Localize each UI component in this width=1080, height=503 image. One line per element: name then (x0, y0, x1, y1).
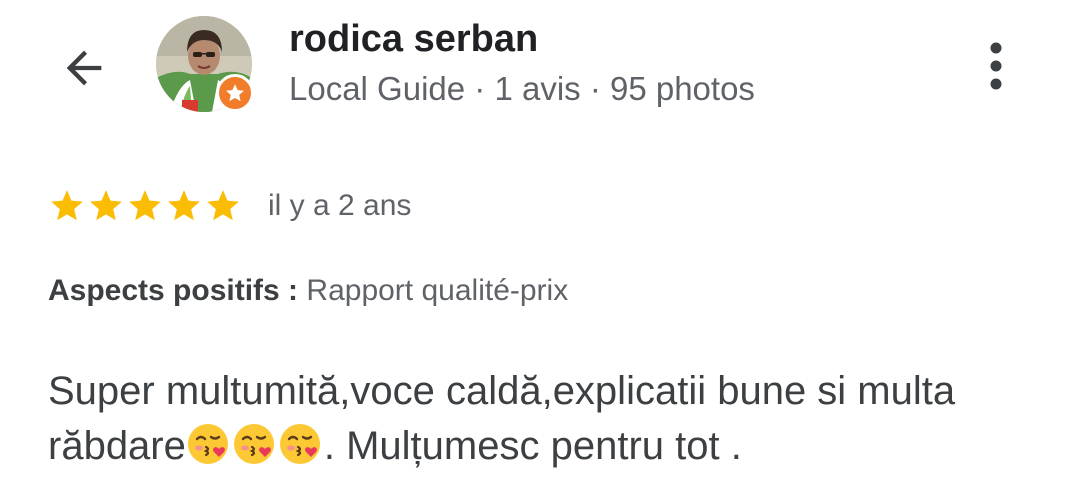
star-icon (90, 190, 122, 221)
star-rating (48, 187, 242, 225)
review-text-part2: . Mulțumesc pentru tot . (323, 424, 742, 468)
positive-aspects-value: Rapport qualité-prix (306, 274, 569, 307)
face-blowing-kiss-emoji (232, 422, 276, 481)
review-page: rodica serban Local Guide · 1 avis · 95 … (0, 0, 1080, 503)
user-name[interactable]: rodica serban (289, 18, 538, 61)
star-icon (51, 190, 83, 221)
face-blowing-kiss-emoji (186, 422, 230, 481)
user-meta: Local Guide · 1 avis · 95 photos (289, 70, 755, 107)
more-options-button[interactable] (972, 34, 1020, 98)
star-icon (207, 190, 239, 221)
avatar[interactable] (156, 16, 254, 114)
back-button[interactable] (46, 34, 122, 102)
positive-aspects-label: Aspects positifs : (48, 274, 299, 307)
review-text: Super multumită,voce caldă,explicatii bu… (48, 364, 1058, 481)
rating-row: il y a 2 ans (48, 184, 411, 228)
review-time: il y a 2 ans (268, 189, 412, 222)
star-icon (168, 190, 200, 221)
local-guide-star-icon (226, 84, 244, 102)
face-blowing-kiss-emoji (278, 422, 322, 481)
star-icon (129, 190, 161, 221)
local-guide-badge (216, 74, 254, 112)
arrow-left-icon (66, 50, 102, 86)
more-vert-icon (990, 42, 1002, 90)
positive-aspects: Aspects positifs : Rapport qualité-prix (48, 274, 568, 308)
